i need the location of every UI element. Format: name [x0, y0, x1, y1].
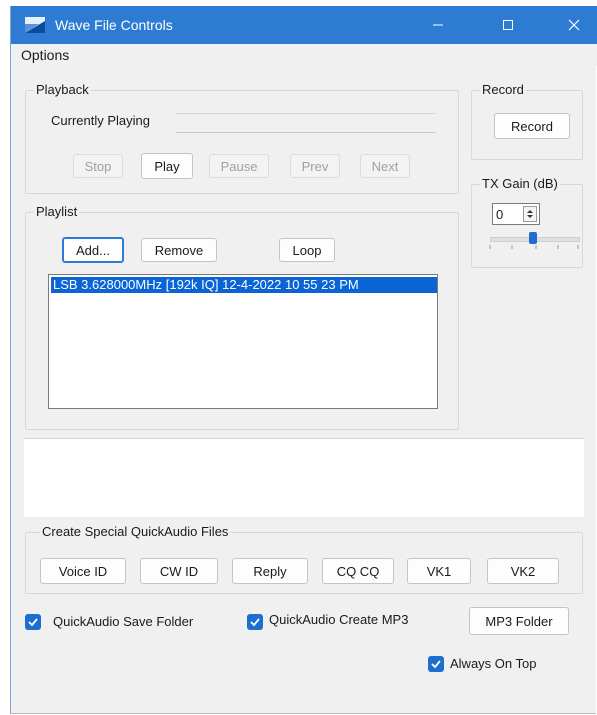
loop-button[interactable]: Loop [279, 238, 335, 262]
reply-button[interactable]: Reply [232, 558, 308, 584]
minimize-icon [433, 24, 443, 26]
voice-id-button[interactable]: Voice ID [40, 558, 126, 584]
app-icon [25, 17, 45, 33]
checkmark-icon [28, 618, 38, 627]
tx-gain-spinner[interactable]: 0 [492, 203, 540, 225]
minimize-button[interactable] [415, 6, 461, 44]
quickaudio-group: Create Special QuickAudio Files Voice ID… [25, 524, 583, 594]
maximize-icon [503, 20, 513, 30]
wave-file-controls-window: Wave File Controls Options Playback Curr… [10, 6, 597, 714]
record-group-label: Record [480, 82, 526, 97]
playback-group: Playback Currently Playing Stop Play Pau… [25, 82, 459, 194]
close-button[interactable] [551, 6, 597, 44]
currently-playing-label: Currently Playing [51, 113, 150, 128]
vk2-button[interactable]: VK2 [487, 558, 559, 584]
window-title: Wave File Controls [55, 17, 173, 33]
play-button[interactable]: Play [141, 153, 193, 179]
spin-arrows-icon [527, 210, 533, 218]
tx-gain-group: TX Gain (dB) 0 [471, 176, 583, 268]
spin-buttons[interactable] [523, 206, 537, 222]
pause-button[interactable]: Pause [209, 154, 269, 178]
vk1-button[interactable]: VK1 [407, 558, 471, 584]
playlist-group-label: Playlist [34, 204, 80, 219]
playlist-item[interactable]: LSB 3.628000MHz [192k IQ] 12-4-2022 10 5… [51, 277, 437, 293]
tx-gain-value[interactable]: 0 [496, 207, 503, 222]
title-bar[interactable]: Wave File Controls [11, 6, 597, 44]
add-button[interactable]: Add... [62, 237, 124, 263]
playback-group-label: Playback [34, 82, 91, 97]
always-on-top-label[interactable]: Always On Top [450, 656, 536, 671]
quickaudio-group-label: Create Special QuickAudio Files [40, 524, 231, 539]
playlist-listbox[interactable]: LSB 3.628000MHz [192k IQ] 12-4-2022 10 5… [48, 274, 438, 409]
cq-cq-button[interactable]: CQ CQ [322, 558, 394, 584]
checkmark-icon [250, 618, 260, 627]
remove-button[interactable]: Remove [141, 238, 217, 262]
create-mp3-checkbox[interactable] [247, 614, 263, 630]
record-group: Record Record [471, 82, 583, 160]
menu-options[interactable]: Options [21, 47, 69, 63]
cw-id-button[interactable]: CW ID [140, 558, 218, 584]
checkmark-icon [431, 660, 441, 669]
now-playing-display [176, 113, 436, 133]
output-panel [24, 438, 584, 517]
tx-gain-label: TX Gain (dB) [480, 176, 560, 191]
mp3-folder-button[interactable]: MP3 Folder [469, 607, 569, 635]
next-button[interactable]: Next [360, 154, 410, 178]
stop-button[interactable]: Stop [73, 154, 123, 178]
prev-button[interactable]: Prev [290, 154, 340, 178]
save-folder-checkbox[interactable] [25, 614, 41, 630]
menu-bar: Options [11, 44, 597, 66]
close-icon [568, 19, 580, 31]
tx-gain-slider-thumb[interactable] [529, 232, 537, 244]
slider-ticks [489, 245, 579, 249]
record-button[interactable]: Record [494, 113, 570, 139]
maximize-button[interactable] [485, 6, 531, 44]
always-on-top-checkbox[interactable] [428, 656, 444, 672]
save-folder-label[interactable]: QuickAudio Save Folder [53, 614, 193, 629]
create-mp3-label[interactable]: QuickAudio Create MP3 [269, 612, 408, 627]
playlist-group: Playlist Add... Remove Loop LSB 3.628000… [25, 204, 459, 430]
